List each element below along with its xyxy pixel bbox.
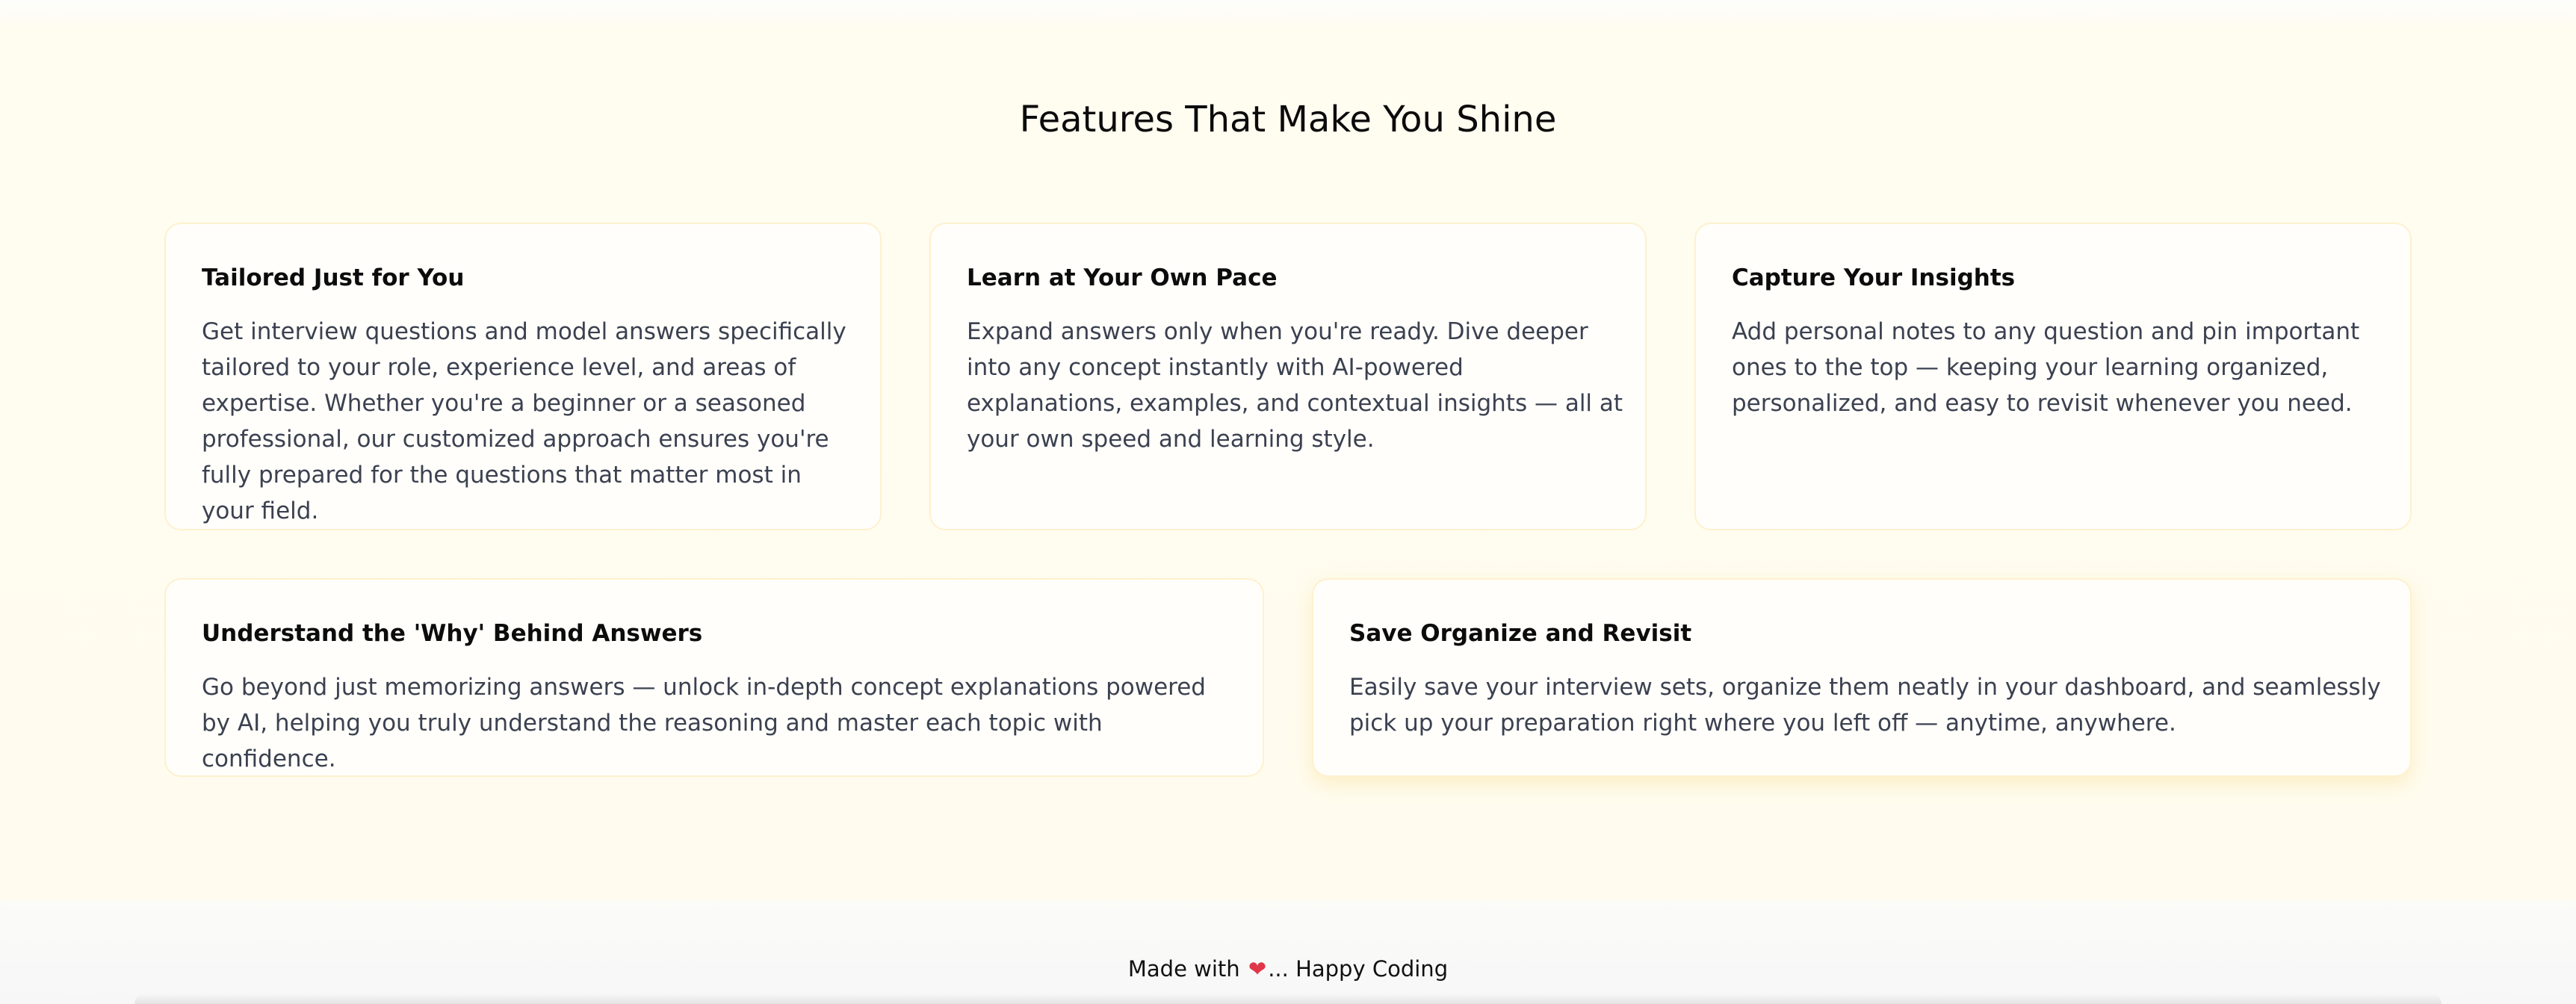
feature-card-insights: Capture Your Insights Add personal notes… <box>1694 223 2412 530</box>
heart-icon: ❤ <box>1248 956 1267 982</box>
footer-suffix: ... Happy Coding <box>1268 956 1449 982</box>
section-title: Features That Make You Shine <box>1019 99 1557 140</box>
feature-card-title: Understand the 'Why' Behind Answers <box>202 620 703 647</box>
features-section: Features That Make You Shine Tailored Ju… <box>0 0 2576 899</box>
feature-card-why: Understand the 'Why' Behind Answers Go b… <box>164 578 1264 777</box>
feature-card-title: Learn at Your Own Pace <box>967 264 1278 291</box>
feature-card-tailored: Tailored Just for You Get interview ques… <box>164 223 882 530</box>
feature-card-own-pace: Learn at Your Own Pace Expand answers on… <box>929 223 1647 530</box>
feature-card-title: Capture Your Insights <box>1732 264 2016 291</box>
feature-card-description: Get interview questions and model answer… <box>202 318 846 524</box>
feature-card-description: Go beyond just memorizing answers — unlo… <box>202 674 1206 772</box>
footer-prefix: Made with <box>1127 956 1240 982</box>
feature-card-title: Save Organize and Revisit <box>1349 620 1692 647</box>
feature-card-description: Expand answers only when you're ready. D… <box>967 318 1623 453</box>
feature-card-save-organize: Save Organize and Revisit Easily save yo… <box>1312 578 2412 777</box>
footer-shadow <box>134 994 2442 1004</box>
feature-card-description: Easily save your interview sets, organiz… <box>1349 674 2381 737</box>
feature-card-description: Add personal notes to any question and p… <box>1732 318 2360 417</box>
feature-card-title: Tailored Just for You <box>202 264 465 291</box>
footer: Made with ❤... Happy Coding <box>0 899 2576 1004</box>
footer-text: Made with ❤... Happy Coding <box>0 956 2576 982</box>
